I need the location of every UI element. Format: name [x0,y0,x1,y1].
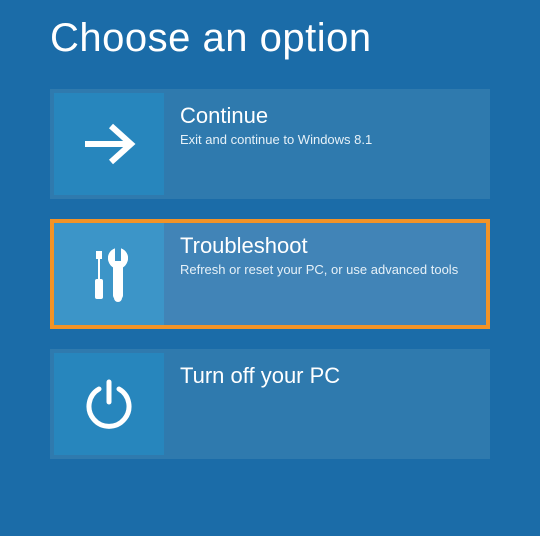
option-text: Continue Exit and continue to Windows 8.… [164,93,486,195]
tools-icon [54,223,164,325]
power-icon [54,353,164,455]
option-title: Continue [180,103,472,129]
option-desc: Refresh or reset your PC, or use advance… [180,261,472,279]
option-title: Turn off your PC [180,363,472,389]
option-turn-off[interactable]: Turn off your PC [50,349,490,459]
option-troubleshoot[interactable]: Troubleshoot Refresh or reset your PC, o… [50,219,490,329]
option-text: Turn off your PC [164,353,486,455]
arrow-right-icon [54,93,164,195]
option-continue[interactable]: Continue Exit and continue to Windows 8.… [50,89,490,199]
option-text: Troubleshoot Refresh or reset your PC, o… [164,223,486,325]
option-title: Troubleshoot [180,233,472,259]
page-title: Choose an option [50,16,490,61]
option-desc: Exit and continue to Windows 8.1 [180,131,472,149]
